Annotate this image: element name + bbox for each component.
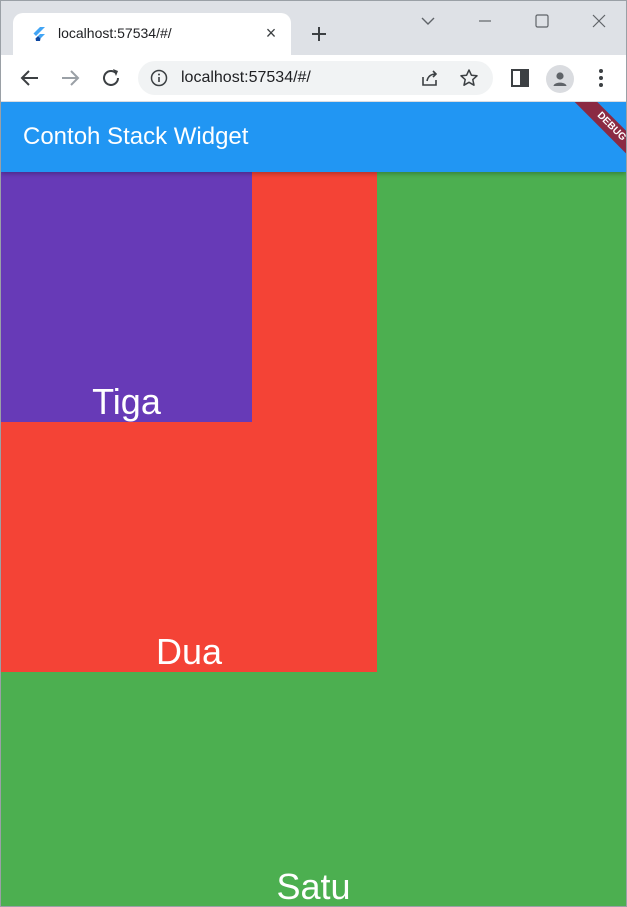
maximize-icon[interactable] <box>528 9 556 33</box>
new-tab-icon[interactable] <box>307 22 331 46</box>
close-window-icon[interactable] <box>585 9 613 33</box>
box-dua-label: Dua <box>155 631 223 672</box>
site-info-icon[interactable] <box>150 69 168 87</box>
url-text[interactable]: localhost:57534/#/ <box>181 69 311 87</box>
browser-tab[interactable]: localhost:57534/#/ × <box>13 13 291 55</box>
forward-arrow-icon[interactable] <box>58 66 82 90</box>
box-tiga-label: Tiga <box>92 381 161 422</box>
tab-close-icon[interactable]: × <box>262 24 280 42</box>
more-menu-icon[interactable] <box>589 66 613 90</box>
box-tiga: Tiga <box>1 172 252 422</box>
app-bar-title: Contoh Stack Widget <box>23 123 249 150</box>
app-viewport: Contoh Stack Widget DEBUG Satu Dua Tiga <box>1 102 626 907</box>
tab-title: localhost:57534/#/ <box>58 25 172 41</box>
app-bar: Contoh Stack Widget <box>1 102 626 172</box>
tab-strip: localhost:57534/#/ × <box>1 1 626 55</box>
profile-avatar[interactable] <box>546 65 574 93</box>
share-icon[interactable] <box>420 68 440 88</box>
box-satu-label: Satu <box>276 866 351 907</box>
reload-icon[interactable] <box>99 66 123 90</box>
tab-search-chevron-icon[interactable] <box>414 9 442 33</box>
address-bar[interactable]: localhost:57534/#/ <box>138 61 493 95</box>
person-icon <box>553 72 567 86</box>
browser-window: localhost:57534/#/ × localhost:57534/#/ … <box>0 0 627 907</box>
flutter-favicon-icon <box>33 27 45 41</box>
side-panel-icon[interactable] <box>508 66 532 90</box>
browser-toolbar: localhost:57534/#/ <box>1 55 626 102</box>
minimize-icon[interactable] <box>471 9 499 33</box>
back-arrow-icon[interactable] <box>18 66 42 90</box>
bookmark-star-icon[interactable] <box>459 68 479 88</box>
